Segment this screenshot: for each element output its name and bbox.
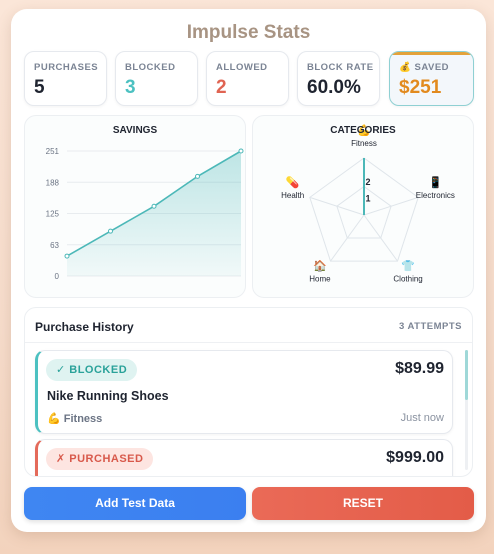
stat-value: 2 <box>216 77 227 98</box>
stat-label: BLOCKED <box>125 62 176 73</box>
scroll-thumb[interactable] <box>465 350 468 400</box>
status-badge: ✗ PURCHASED <box>46 448 154 470</box>
radar-axis-name: Clothing <box>393 275 422 284</box>
item-category: 💪 Fitness <box>47 412 102 425</box>
radar-axis-label: 🏠 Home <box>309 260 331 284</box>
savings-point <box>64 253 70 259</box>
stat-label: ALLOWED <box>216 62 268 73</box>
categories-chart: 12💪Fitness📱Electronics👕Clothing🏠Home💊Hea… <box>281 124 455 284</box>
item-time: Just now <box>400 412 444 424</box>
t-shirt-icon: 👕 <box>401 260 415 273</box>
mobile-phone-icon: 📱 <box>428 176 442 189</box>
pill-icon: 💊 <box>286 175 300 189</box>
history-item[interactable]: ✓ BLOCKED $89.99 Nike Running Shoes 💪 Fi… <box>35 350 453 434</box>
stat-saved: 💰 SAVED $251 <box>389 51 474 106</box>
flexed-biceps-icon: 💪 <box>47 413 61 425</box>
savings-point <box>108 228 113 234</box>
stat-label: 💰 SAVED <box>399 62 449 73</box>
page-title: Impulse Stats <box>186 22 311 43</box>
radar-tick-label: 1 <box>365 193 370 203</box>
saved-accent-bar <box>390 52 473 55</box>
radar-axis-name: Home <box>309 275 331 284</box>
radar-axis-label: 💊 Health <box>281 175 304 200</box>
purchase-history[interactable]: Purchase History 3 ATTEMPTS ✓ BLOCKED $8… <box>24 307 473 477</box>
savings-panel: SAVINGS 251 188 125 63 0 <box>24 115 246 298</box>
history-scrollbar[interactable] <box>465 350 468 470</box>
savings-chart: 251 188 125 63 0 <box>46 147 244 281</box>
categories-title: CATEGORIES <box>330 125 396 136</box>
stats-card: Impulse Stats PURCHASES 5 BLOCKED 3 ALLO… <box>11 9 486 532</box>
radar-tick-label: 2 <box>365 177 370 187</box>
history-count: 3 ATTEMPTS <box>398 321 462 332</box>
item-price: $999.00 <box>386 449 444 466</box>
house-icon: 🏠 <box>313 260 327 273</box>
item-price: $89.99 <box>395 360 444 377</box>
stat-block-rate: BLOCK RATE 60.0% <box>297 51 380 106</box>
savings-title: SAVINGS <box>112 125 158 136</box>
radar-spoke <box>309 196 365 216</box>
stat-blocked: BLOCKED 3 <box>115 51 198 106</box>
divider <box>25 342 472 343</box>
savings-point <box>195 173 200 179</box>
stat-value: $251 <box>399 77 442 98</box>
stat-value: 5 <box>34 77 45 98</box>
history-title: Purchase History <box>35 320 134 334</box>
stat-label: BLOCK RATE <box>307 62 374 73</box>
status-badge: ✓ BLOCKED <box>46 359 138 381</box>
radar-axis-label: 📱 Electronics <box>416 176 455 200</box>
categories-panel: CATEGORIES 1 2 💪 Fitness 📱 Electronics 👕 Clothi… <box>252 115 474 298</box>
y-tick-label: 251 <box>46 147 60 156</box>
stat-purchases: PURCHASES 5 <box>24 51 107 106</box>
radar-spoke <box>363 196 419 216</box>
stat-value: 3 <box>125 77 136 98</box>
add-test-data-button[interactable]: Add Test Data <box>24 487 246 520</box>
stat-allowed: ALLOWED 2 <box>206 51 289 106</box>
reset-button[interactable]: RESET <box>252 487 474 520</box>
history-item[interactable]: ✗ PURCHASED $999.00 <box>35 439 453 476</box>
y-tick-label: 188 <box>46 178 60 187</box>
y-tick-label: 63 <box>50 241 59 250</box>
item-name: Nike Running Shoes <box>47 389 169 403</box>
radar-axis-name: Health <box>281 191 304 200</box>
radar-axis-name: Electronics <box>416 191 455 200</box>
savings-point <box>238 148 244 154</box>
money-bag-icon: 💰 <box>399 62 412 73</box>
item-category-label: Fitness <box>63 413 103 425</box>
stat-label-text: SAVED <box>414 62 450 73</box>
stat-value: 60.0% <box>307 77 361 98</box>
savings-point <box>151 203 157 209</box>
radar-axis-name: Fitness <box>351 139 377 148</box>
y-tick-label: 0 <box>55 272 60 281</box>
y-tick-label: 125 <box>46 210 60 219</box>
radar-axis-label: 👕 Clothing <box>393 260 422 284</box>
stat-label: PURCHASES <box>34 62 99 73</box>
